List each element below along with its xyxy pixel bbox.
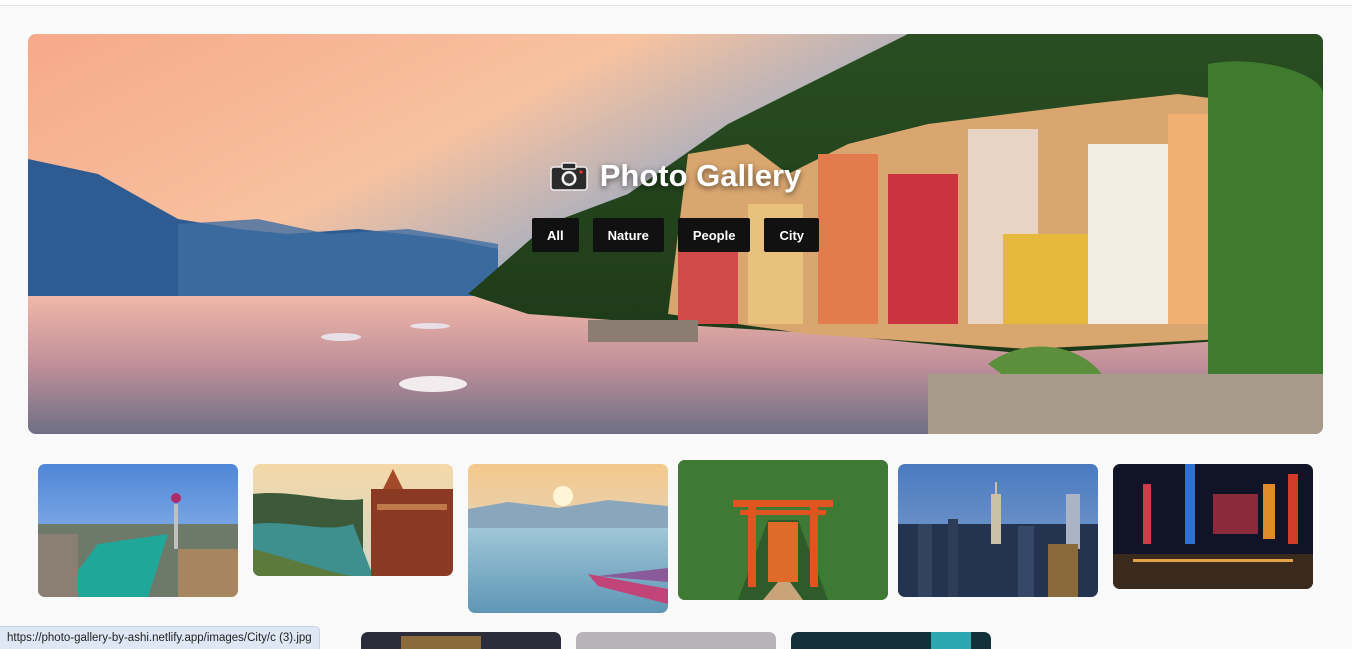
filter-city-button[interactable]: City xyxy=(764,218,819,252)
filter-people-button[interactable]: People xyxy=(677,218,751,252)
gallery-image-coastal-city[interactable] xyxy=(38,464,238,597)
gallery-image-palace-river[interactable] xyxy=(253,464,453,576)
filter-all-button[interactable]: All xyxy=(532,218,579,252)
hero-banner: Photo Gallery All Nature People City xyxy=(28,34,1323,434)
gallery-image-row2-2[interactable] xyxy=(576,632,776,649)
gallery-image-row2-3[interactable] xyxy=(791,632,991,649)
browser-top-edge xyxy=(0,0,1352,6)
gallery-image-lake-boat[interactable] xyxy=(468,464,668,613)
gallery-image-city-skyline[interactable] xyxy=(898,464,1098,597)
hero-title-text: Photo Gallery xyxy=(599,158,802,193)
gallery-image-neon-street[interactable] xyxy=(1113,464,1313,589)
camera-icon xyxy=(549,162,588,191)
filter-buttons: All Nature People City xyxy=(28,218,1323,252)
link-status-url: https://photo-gallery-by-ashi.netlify.ap… xyxy=(0,626,320,649)
gallery-image-torii-forest[interactable] xyxy=(678,460,888,600)
filter-nature-button[interactable]: Nature xyxy=(592,218,664,252)
gallery-image-row2-1[interactable] xyxy=(361,632,561,649)
hero-title: Photo Gallery xyxy=(28,158,1323,194)
